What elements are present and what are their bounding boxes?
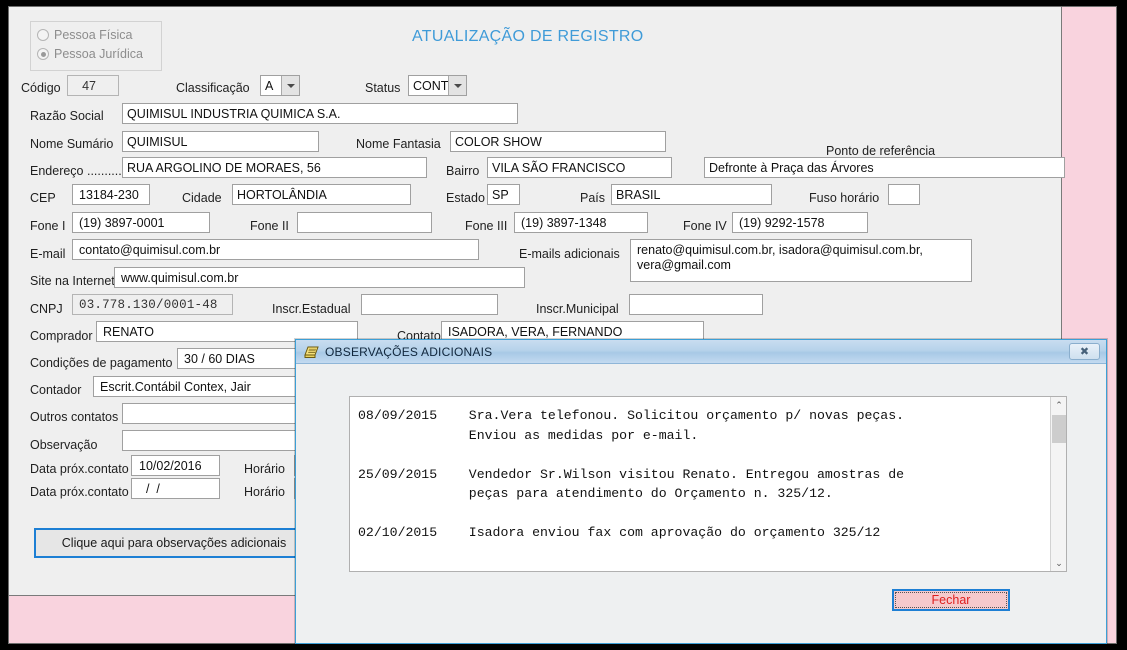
label-comprador: Comprador bbox=[30, 329, 93, 343]
scroll-down-icon[interactable]: ⌄ bbox=[1051, 555, 1066, 571]
dialog-title: OBSERVAÇÕES ADICIONAIS bbox=[325, 344, 493, 359]
scrollbar-thumb[interactable] bbox=[1052, 415, 1066, 443]
screen: Pessoa Física Pessoa Jurídica ATUALIZAÇÃ… bbox=[0, 0, 1127, 650]
label-inscr-municipal: Inscr.Municipal bbox=[536, 302, 619, 316]
input-fuso-horario[interactable] bbox=[888, 184, 920, 205]
input-email[interactable]: contato@quimisul.com.br bbox=[72, 239, 479, 260]
radio-pessoa-fisica[interactable]: Pessoa Física bbox=[37, 28, 133, 42]
radio-fisica-label: Pessoa Física bbox=[54, 28, 133, 42]
input-outros-contatos[interactable] bbox=[122, 403, 313, 424]
label-condicoes-pagamento: Condições de pagamento bbox=[30, 356, 173, 370]
input-observacao[interactable] bbox=[122, 430, 313, 451]
radio-pessoa-juridica[interactable]: Pessoa Jurídica bbox=[37, 47, 143, 61]
chevron-down-icon bbox=[281, 76, 299, 95]
input-site[interactable]: www.quimisul.com.br bbox=[114, 267, 525, 288]
label-fone2: Fone II bbox=[250, 219, 289, 233]
label-horario-1: Horário bbox=[244, 462, 285, 476]
select-classificacao-value: A bbox=[265, 78, 274, 93]
input-fone2[interactable] bbox=[297, 212, 432, 233]
input-pais[interactable]: BRASIL bbox=[611, 184, 772, 205]
label-nome-fantasia: Nome Fantasia bbox=[356, 137, 441, 151]
input-endereco[interactable]: RUA ARGOLINO DE MORAES, 56 bbox=[122, 157, 427, 178]
label-data-prox-contato-1: Data próx.contato bbox=[30, 462, 129, 476]
chevron-down-icon bbox=[448, 76, 467, 95]
input-ponto-referencia[interactable]: Defronte à Praça das Árvores bbox=[704, 157, 1065, 178]
label-nome-sumario: Nome Sumário bbox=[30, 137, 114, 151]
input-contador[interactable]: Escrit.Contábil Contex, Jair bbox=[93, 376, 313, 397]
close-icon[interactable]: ✖ bbox=[1069, 343, 1100, 360]
input-estado[interactable]: SP bbox=[487, 184, 520, 205]
label-pais: País bbox=[580, 191, 606, 205]
input-codigo[interactable]: 47 bbox=[67, 75, 119, 96]
label-data-prox-contato-2: Data próx.contato bbox=[30, 485, 129, 499]
label-email: E-mail bbox=[30, 247, 66, 261]
notes-content: 08/09/2015 Sra.Vera telefonou. Solicitou… bbox=[358, 408, 905, 540]
label-emails-adicionais: E-mails adicionais bbox=[519, 247, 620, 261]
label-classificacao: Classificação bbox=[176, 81, 250, 95]
fechar-button[interactable]: Fechar bbox=[892, 589, 1010, 611]
label-contador: Contador bbox=[30, 383, 82, 397]
label-inscr-estadual: Inscr.Estadual bbox=[272, 302, 351, 316]
radio-juridica-icon bbox=[37, 48, 49, 60]
input-fone1[interactable]: (19) 3897-0001 bbox=[72, 212, 210, 233]
select-status[interactable]: CONT bbox=[408, 75, 467, 96]
input-data-prox-contato-1[interactable]: 10/02/2016 bbox=[131, 455, 220, 476]
input-cidade[interactable]: HORTOLÂNDIA bbox=[232, 184, 411, 205]
input-condicoes-pagamento[interactable]: 30 / 60 DIAS bbox=[177, 348, 313, 369]
label-site: Site na Internet bbox=[30, 274, 115, 288]
label-horario-2: Horário bbox=[244, 485, 285, 499]
input-nome-fantasia[interactable]: COLOR SHOW bbox=[450, 131, 666, 152]
input-fone4[interactable]: (19) 9292-1578 bbox=[732, 212, 868, 233]
select-classificacao[interactable]: A bbox=[260, 75, 300, 96]
label-bairro: Bairro bbox=[446, 164, 480, 178]
label-fone3: Fone III bbox=[465, 219, 508, 233]
label-outros-contatos: Outros contatos bbox=[30, 410, 119, 424]
input-data-prox-contato-2[interactable]: / / bbox=[131, 478, 220, 499]
input-inscr-municipal[interactable] bbox=[629, 294, 763, 315]
label-estado: Estado bbox=[446, 191, 485, 205]
radio-fisica-icon bbox=[37, 29, 49, 41]
label-fone4: Fone IV bbox=[683, 219, 727, 233]
notes-scrollbar[interactable]: ⌃ ⌄ bbox=[1050, 397, 1066, 571]
person-type-group: Pessoa Física Pessoa Jurídica bbox=[30, 21, 162, 71]
input-fone3[interactable]: (19) 3897-1348 bbox=[514, 212, 648, 233]
scroll-up-icon[interactable]: ⌃ bbox=[1051, 397, 1066, 413]
label-fuso-horario: Fuso horário bbox=[809, 191, 880, 205]
select-status-value: CONT bbox=[413, 78, 449, 93]
label-razao-social: Razão Social bbox=[30, 109, 104, 123]
label-fone1: Fone I bbox=[30, 219, 66, 233]
label-endereco: Endereço .......... bbox=[30, 164, 122, 178]
input-inscr-estadual[interactable] bbox=[361, 294, 498, 315]
label-cidade: Cidade bbox=[182, 191, 222, 205]
input-cep[interactable]: 13184-230 bbox=[72, 184, 150, 205]
label-cep: CEP bbox=[30, 191, 56, 205]
label-observacao: Observação bbox=[30, 438, 98, 452]
page-title: ATUALIZAÇÃO DE REGISTRO bbox=[412, 28, 644, 45]
input-cnpj[interactable]: 03.778.130/0001-48 bbox=[72, 294, 233, 315]
label-cnpj: CNPJ bbox=[30, 302, 63, 316]
dialog-titlebar[interactable]: OBSERVAÇÕES ADICIONAIS ✖ bbox=[296, 340, 1106, 364]
observacoes-dialog: OBSERVAÇÕES ADICIONAIS ✖ 08/09/2015 Sra.… bbox=[295, 339, 1107, 644]
input-razao-social[interactable]: QUIMISUL INDUSTRIA QUIMICA S.A. bbox=[122, 103, 518, 124]
radio-juridica-label: Pessoa Jurídica bbox=[54, 47, 143, 61]
notes-icon bbox=[304, 345, 319, 359]
input-bairro[interactable]: VILA SÃO FRANCISCO bbox=[487, 157, 672, 178]
label-status: Status bbox=[365, 81, 401, 95]
input-nome-sumario[interactable]: QUIMISUL bbox=[122, 131, 319, 152]
label-codigo: Código bbox=[21, 81, 61, 95]
input-emails-adicionais[interactable]: renato@quimisul.com.br, isadora@quimisul… bbox=[630, 239, 972, 282]
notes-textarea[interactable]: 08/09/2015 Sra.Vera telefonou. Solicitou… bbox=[349, 396, 1067, 572]
fechar-button-label: Fechar bbox=[931, 593, 971, 607]
observacoes-adicionais-button-label: Clique aqui para observações adicionais bbox=[61, 536, 287, 550]
observacoes-adicionais-button[interactable]: Clique aqui para observações adicionais bbox=[34, 528, 314, 558]
